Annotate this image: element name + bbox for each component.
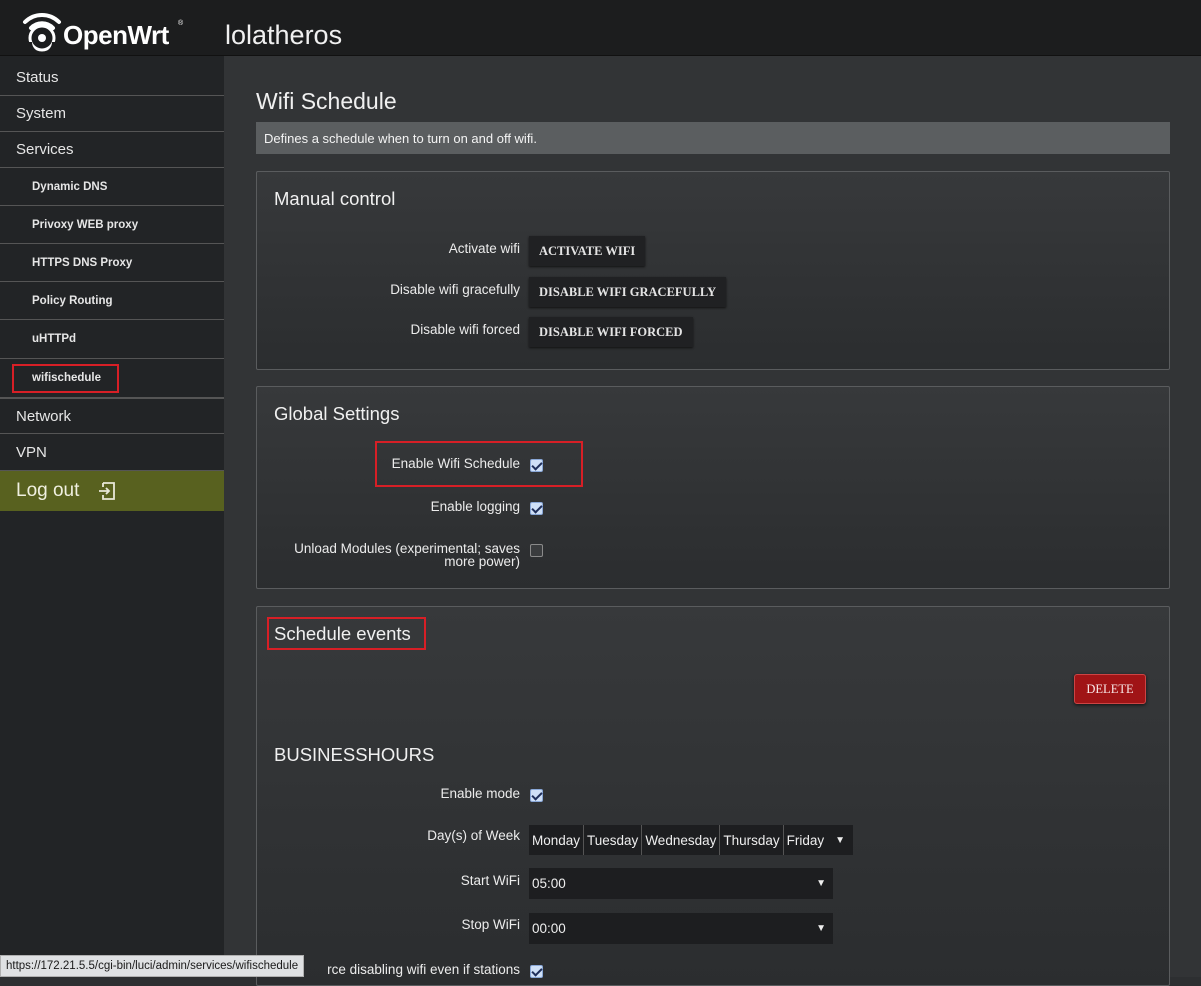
disable-forced-button[interactable]: DISABLE WIFI FORCED [529, 317, 693, 347]
global-settings-section: Global Settings Enable Wifi Schedule Ena… [256, 386, 1170, 589]
enable-mode-label: Enable mode [440, 786, 520, 801]
force-disable-checkbox[interactable] [530, 965, 543, 978]
sidebar-item-services[interactable]: Services [0, 132, 224, 168]
enable-schedule-label: Enable Wifi Schedule [391, 456, 520, 471]
sidebar-item-uhttpd[interactable]: uHTTPd [0, 320, 224, 359]
chevron-down-icon: ▼ [816, 923, 826, 934]
schedule-entry-name: BUSINESSHOURS [274, 744, 435, 765]
days-of-week-select[interactable]: Monday Tuesday Wednesday Thursday Friday… [529, 825, 854, 855]
day-monday: Monday [529, 825, 585, 855]
global-settings-title: Global Settings [274, 403, 400, 424]
logout-label: Log out [16, 480, 80, 501]
enable-logging-label: Enable logging [430, 499, 520, 514]
sidebar-item-policy-routing[interactable]: Policy Routing [0, 282, 224, 320]
chevron-down-icon: ▼ [816, 878, 826, 889]
sidebar-item-vpn[interactable]: VPN [0, 434, 224, 471]
day-wednesday: Wednesday [642, 825, 721, 855]
disable-graceful-button[interactable]: DISABLE WIFI GRACEFULLY [529, 277, 727, 307]
browser-status-bar: https://172.21.5.5/cgi-bin/luci/admin/se… [0, 955, 305, 977]
stop-wifi-label: Stop WiFi [461, 917, 520, 932]
wifi-logo-icon [23, 12, 61, 54]
sidebar-item-network[interactable]: Network [0, 398, 224, 434]
unload-modules-checkbox[interactable] [530, 544, 543, 557]
main-content: Wifi Schedule Defines a schedule when to… [224, 56, 1201, 986]
sidebar-item-dynamic-dns[interactable]: Dynamic DNS [0, 168, 224, 206]
start-wifi-label: Start WiFi [460, 873, 520, 888]
disable-graceful-label: Disable wifi gracefully [390, 282, 520, 297]
day-thursday: Thursday [720, 825, 784, 855]
day-friday: Friday [786, 832, 825, 848]
manual-control-title: Manual control [274, 188, 396, 209]
start-wifi-select[interactable]: 05:00 ▼ [529, 868, 833, 899]
wifischedule-highlight-box [12, 364, 119, 393]
day-tuesday: Tuesday [584, 825, 643, 855]
enable-logging-checkbox[interactable] [530, 502, 543, 515]
openwrt-logo[interactable]: OpenWrt ® [22, 6, 192, 54]
sidebar-item-status[interactable]: Status [0, 60, 224, 96]
stop-wifi-select[interactable]: 00:00 ▼ [529, 913, 833, 944]
sidebar: Status System Services Dynamic DNS Privo… [0, 56, 224, 977]
hostname: lolatheros [225, 20, 343, 50]
schedule-events-section: Schedule events DELETE BUSINESSHOURS Ena… [256, 606, 1170, 986]
start-wifi-value: 05:00 [532, 876, 566, 891]
activate-wifi-button[interactable]: ACTIVATE WIFI [529, 236, 646, 266]
unload-modules-label-line2: more power) [444, 554, 520, 569]
logout-button[interactable]: Log out [0, 471, 224, 511]
page-title: Wifi Schedule [256, 88, 397, 114]
enable-mode-checkbox[interactable] [530, 789, 543, 802]
logout-icon [99, 482, 116, 500]
schedule-events-title: Schedule events [274, 623, 411, 644]
sidebar-item-system[interactable]: System [0, 96, 224, 132]
page-description: Defines a schedule when to turn on and o… [256, 122, 1170, 154]
delete-button[interactable]: DELETE [1074, 674, 1146, 704]
enable-schedule-checkbox[interactable] [530, 459, 543, 472]
logo-text: OpenWrt [63, 20, 169, 50]
manual-control-section: Manual control Activate wifi ACTIVATE WI… [256, 171, 1170, 370]
days-of-week-label: Day(s) of Week [427, 828, 520, 843]
sidebar-item-https-dns-proxy[interactable]: HTTPS DNS Proxy [0, 244, 224, 282]
chevron-down-icon: ▼ [835, 834, 846, 846]
top-header: OpenWrt ® lolatheros [0, 0, 1201, 56]
sidebar-item-privoxy[interactable]: Privoxy WEB proxy [0, 206, 224, 244]
disable-forced-label: Disable wifi forced [410, 322, 520, 337]
registered-mark: ® [178, 20, 184, 27]
activate-wifi-label: Activate wifi [448, 241, 520, 256]
stop-wifi-value: 00:00 [532, 921, 566, 936]
